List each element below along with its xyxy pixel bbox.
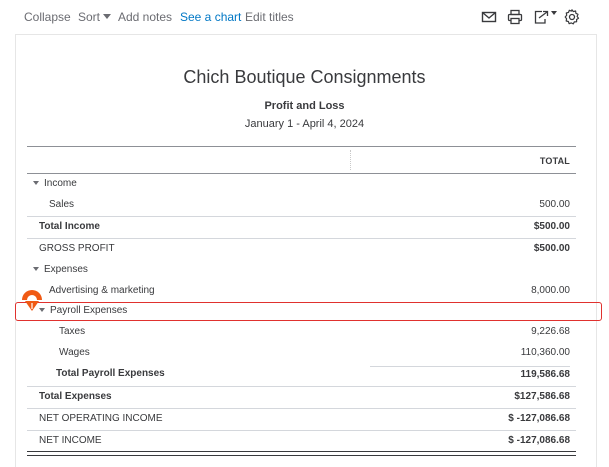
row-value[interactable]: $ -127,086.68 (508, 435, 570, 446)
row-label: NET OPERATING INCOME (39, 413, 163, 424)
gear-icon[interactable] (563, 8, 581, 26)
report-title[interactable]: Profit and Loss (0, 100, 609, 112)
row-label: Advertising & marketing (49, 285, 155, 296)
mail-icon[interactable] (480, 8, 498, 26)
table-row[interactable]: Wages 110,360.00 (27, 343, 576, 364)
row-value[interactable]: $500.00 (534, 221, 570, 232)
row-label: Sales (49, 199, 75, 210)
sort-dropdown[interactable]: Sort (78, 10, 112, 24)
row-label: Expenses (44, 264, 88, 275)
table-row[interactable]: Taxes 9,226.68 (27, 322, 576, 343)
table-row[interactable]: Total Income $500.00 (27, 216, 576, 238)
table-row[interactable]: Sales 500.00 (27, 195, 576, 216)
table-row[interactable]: Total Payroll Expenses 119,586.68 (27, 364, 576, 385)
row-label: GROSS PROFIT (39, 243, 115, 254)
print-icon[interactable] (506, 8, 524, 26)
row-value[interactable]: $500.00 (534, 243, 570, 254)
row-value[interactable]: 110,360.00 (521, 347, 570, 358)
edit-titles-link[interactable]: Edit titles (245, 10, 294, 24)
report-date-range[interactable]: January 1 - April 4, 2024 (0, 118, 609, 130)
row-label: Total Income (39, 221, 100, 232)
table-row[interactable]: Advertising & marketing 8,000.00 (27, 281, 576, 302)
row-label: Income (44, 178, 77, 189)
company-name[interactable]: Chich Boutique Consignments (0, 67, 609, 88)
row-label: Wages (59, 347, 90, 358)
export-chevron-icon[interactable] (551, 11, 557, 15)
see-chart-link[interactable]: See a chart (180, 10, 241, 24)
row-label: Total Payroll Expenses (56, 368, 165, 379)
row-label: NET INCOME (39, 435, 102, 446)
row-value[interactable]: 500.00 (539, 199, 570, 210)
table-row[interactable]: Income (27, 174, 576, 195)
row-label: Total Expenses (39, 391, 112, 402)
row-value[interactable]: 8,000.00 (531, 285, 570, 296)
report-bottom-rule (27, 451, 576, 456)
collapse-triangle-icon[interactable] (33, 181, 39, 185)
header-rule-top (27, 146, 576, 147)
report-toolbar: Collapse Sort Add notes See a chart Edit… (0, 0, 609, 34)
highlight-box (15, 302, 602, 321)
table-row[interactable]: NET OPERATING INCOME $ -127,086.68 (27, 408, 576, 430)
collapse-link[interactable]: Collapse (24, 10, 71, 24)
row-value[interactable]: $ -127,086.68 (508, 413, 570, 424)
add-notes-link[interactable]: Add notes (118, 10, 172, 24)
column-header-total[interactable]: TOTAL (540, 156, 570, 166)
sort-label: Sort (78, 10, 101, 24)
export-icon[interactable] (532, 8, 550, 26)
row-value[interactable]: 119,586.68 (370, 366, 570, 380)
row-value[interactable]: 9,226.68 (531, 326, 570, 337)
row-label: Taxes (59, 326, 86, 337)
table-row[interactable]: GROSS PROFIT $500.00 (27, 238, 576, 260)
column-divider[interactable] (350, 150, 351, 170)
table-row[interactable]: Expenses (27, 260, 576, 281)
collapse-triangle-icon[interactable] (33, 267, 39, 271)
cursor-pointer-icon (22, 290, 42, 311)
row-value[interactable]: $127,586.68 (514, 391, 570, 402)
chevron-down-icon (103, 14, 112, 19)
table-row[interactable]: Total Expenses $127,586.68 (27, 386, 576, 408)
table-row[interactable]: NET INCOME $ -127,086.68 (27, 430, 576, 452)
